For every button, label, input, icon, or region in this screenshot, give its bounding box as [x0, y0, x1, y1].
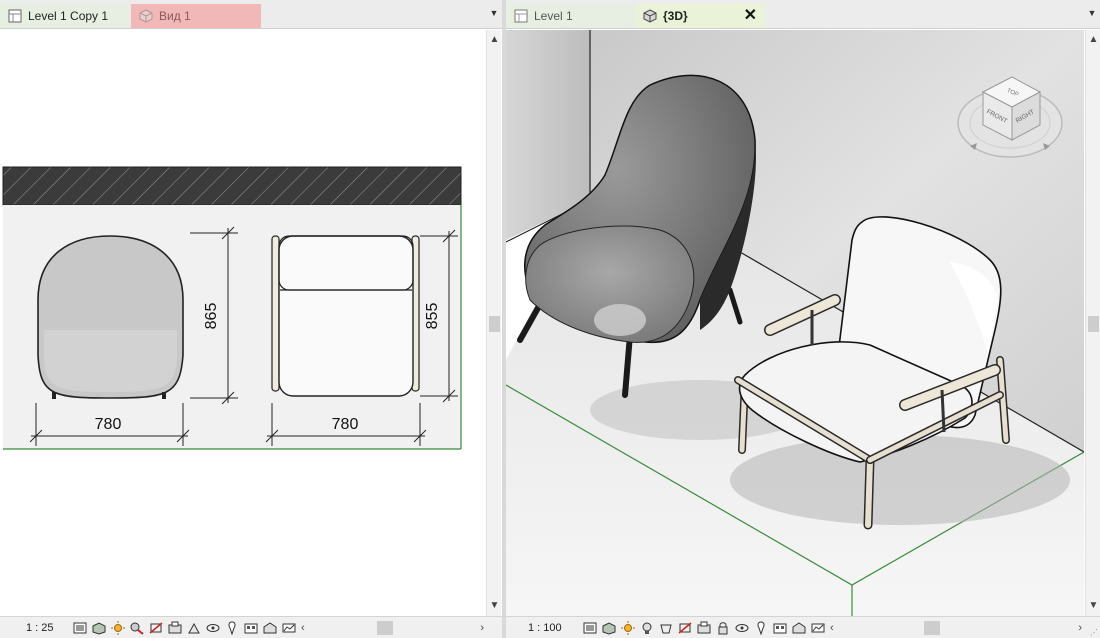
armchair-square-plan: [271, 235, 420, 397]
view-controls: [582, 620, 826, 635]
detail-level-icon[interactable]: [72, 621, 88, 635]
plan-view-icon: [514, 9, 528, 23]
resize-grip-icon[interactable]: ⋰: [1090, 628, 1098, 637]
3d-scene: TOP FRONT RIGHT: [506, 30, 1084, 616]
scroll-down-icon[interactable]: ▼: [1086, 600, 1100, 611]
scroll-thumb[interactable]: [489, 316, 500, 332]
crop-region-icon[interactable]: [167, 621, 183, 635]
tab-label: Level 1: [534, 9, 573, 23]
worksharing-icon[interactable]: [243, 621, 259, 635]
worksharing-icon[interactable]: [772, 621, 788, 635]
scroll-left-icon[interactable]: ‹: [826, 622, 838, 634]
reveal-hidden-icon[interactable]: [753, 620, 769, 635]
tab-level-1[interactable]: Level 1: [506, 4, 634, 28]
left-view-control-bar: 1 : 25 ‹ ›: [0, 616, 502, 638]
temporary-hide-icon[interactable]: [734, 621, 750, 635]
horizontal-scroll-thumb[interactable]: [376, 620, 393, 635]
visual-style-icon[interactable]: [601, 621, 617, 635]
shadows-icon[interactable]: [639, 621, 655, 635]
visual-style-icon[interactable]: [91, 621, 107, 635]
tab-list-dropdown-icon[interactable]: ▼: [1086, 8, 1098, 20]
reveal-hidden-icon[interactable]: [224, 620, 240, 635]
tab-vid-1[interactable]: Вид 1: [131, 4, 261, 28]
scroll-left-icon[interactable]: ‹: [297, 622, 309, 634]
3d-canvas[interactable]: TOP FRONT RIGHT: [506, 30, 1084, 616]
tab-label: Level 1 Copy 1: [28, 9, 109, 23]
dimension-label-855: 855: [424, 303, 441, 330]
shadows-icon[interactable]: [129, 621, 145, 635]
temporary-hide-icon[interactable]: [205, 621, 221, 635]
scroll-up-icon[interactable]: ▲: [1086, 34, 1100, 45]
dimension-label-865: 865: [203, 303, 220, 330]
view-controls: [72, 620, 297, 635]
crop-view-icon[interactable]: [677, 621, 693, 635]
detail-level-icon[interactable]: [582, 621, 598, 635]
wall-hatch: [2, 166, 462, 206]
armchair-rounded-plan: [37, 235, 184, 399]
view-scale[interactable]: 1 : 25: [0, 622, 72, 634]
analytical-model-icon[interactable]: [791, 621, 807, 635]
highlight-displacement-icon[interactable]: [810, 621, 826, 635]
tab-label: {3D}: [663, 9, 688, 23]
tab-label: Вид 1: [159, 9, 191, 23]
scroll-down-icon[interactable]: ▼: [487, 600, 502, 611]
analytical-model-icon[interactable]: [262, 621, 278, 635]
locked-3d-view-icon[interactable]: [715, 621, 731, 635]
right-tab-bar: Level 1 {3D} ✕ ▼: [506, 0, 1100, 29]
crop-region-icon[interactable]: [696, 621, 712, 635]
scroll-right-icon[interactable]: ›: [476, 622, 488, 634]
right-horizontal-scrollbar[interactable]: [838, 620, 1075, 635]
plan-view-icon: [8, 9, 22, 23]
left-tab-bar: Level 1 Copy 1 Вид 1 ▼: [0, 0, 502, 29]
close-tab-icon[interactable]: ✕: [744, 8, 757, 24]
unlocked-3d-view-icon[interactable]: [186, 621, 202, 635]
plan-drawing: 865 855 780 780: [2, 166, 462, 450]
tab-level-1-copy-1[interactable]: Level 1 Copy 1: [0, 4, 130, 28]
sun-path-icon[interactable]: [620, 620, 636, 635]
3d-view-icon: [643, 9, 657, 23]
dimension-label-780-left: 780: [95, 416, 122, 433]
right-view-control-bar: 1 : 100 ‹ ›: [506, 616, 1100, 638]
3d-view-icon: [139, 9, 153, 23]
plan-drawing-canvas[interactable]: 865 855 780 780: [0, 30, 486, 616]
plan-view-pane[interactable]: Level 1 Copy 1 Вид 1 ▼ 865 855 780 780 ▲…: [0, 0, 502, 638]
left-vertical-scrollbar[interactable]: ▲ ▼: [486, 30, 501, 616]
horizontal-scroll-thumb[interactable]: [923, 620, 940, 635]
view-scale[interactable]: 1 : 100: [506, 622, 582, 634]
render-icon[interactable]: [658, 621, 674, 635]
scroll-thumb[interactable]: [1088, 316, 1099, 332]
tab-3d[interactable]: {3D} ✕: [635, 4, 765, 28]
sun-path-icon[interactable]: [110, 620, 126, 635]
crop-view-icon[interactable]: [148, 621, 164, 635]
scroll-right-icon[interactable]: ›: [1074, 622, 1086, 634]
tab-list-dropdown-icon[interactable]: ▼: [488, 8, 500, 20]
scroll-up-icon[interactable]: ▲: [487, 34, 502, 45]
right-vertical-scrollbar[interactable]: ▲ ▼: [1085, 30, 1100, 616]
dimension-label-780-right: 780: [332, 416, 359, 433]
highlight-displacement-icon[interactable]: [281, 621, 297, 635]
3d-view-pane[interactable]: Level 1 {3D} ✕ ▼ TOP FRONT RIGHT ▲ ▼ 1:…: [506, 0, 1100, 638]
left-horizontal-scrollbar[interactable]: [309, 620, 477, 635]
